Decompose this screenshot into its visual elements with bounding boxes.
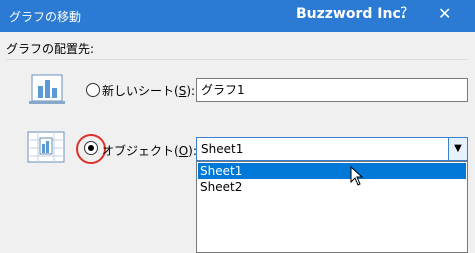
help-button[interactable]: ?: [400, 5, 407, 21]
new-sheet-name-input[interactable]: グラフ1: [196, 78, 468, 102]
mouse-cursor-icon: [350, 166, 364, 186]
sheet-dropdown-list[interactable]: Sheet1 Sheet2: [196, 161, 468, 253]
object-radio[interactable]: [84, 141, 98, 155]
group-divider: [6, 59, 468, 60]
window-title: グラフの移動: [9, 10, 82, 24]
title-bar: グラフの移動 Buzzword Inc. ? ✕: [0, 0, 475, 32]
new-sheet-label[interactable]: 新しいシート(S):: [102, 82, 195, 99]
placement-group-title: グラフの配置先:: [6, 42, 95, 56]
dropdown-option[interactable]: Sheet2: [198, 179, 466, 195]
object-label[interactable]: オブジェクト(O):: [102, 142, 197, 159]
chevron-down-icon[interactable]: ▼: [448, 138, 467, 160]
combo-value: Sheet1: [201, 142, 244, 156]
object-chart-icon: [27, 131, 65, 163]
new-sheet-chart-icon: [29, 74, 65, 104]
close-button[interactable]: ✕: [438, 4, 451, 23]
new-sheet-radio[interactable]: [86, 83, 100, 97]
watermark-text: Buzzword Inc.: [296, 6, 407, 22]
object-sheet-combo[interactable]: Sheet1 ▼: [196, 137, 468, 161]
dropdown-option[interactable]: Sheet1: [198, 163, 466, 179]
